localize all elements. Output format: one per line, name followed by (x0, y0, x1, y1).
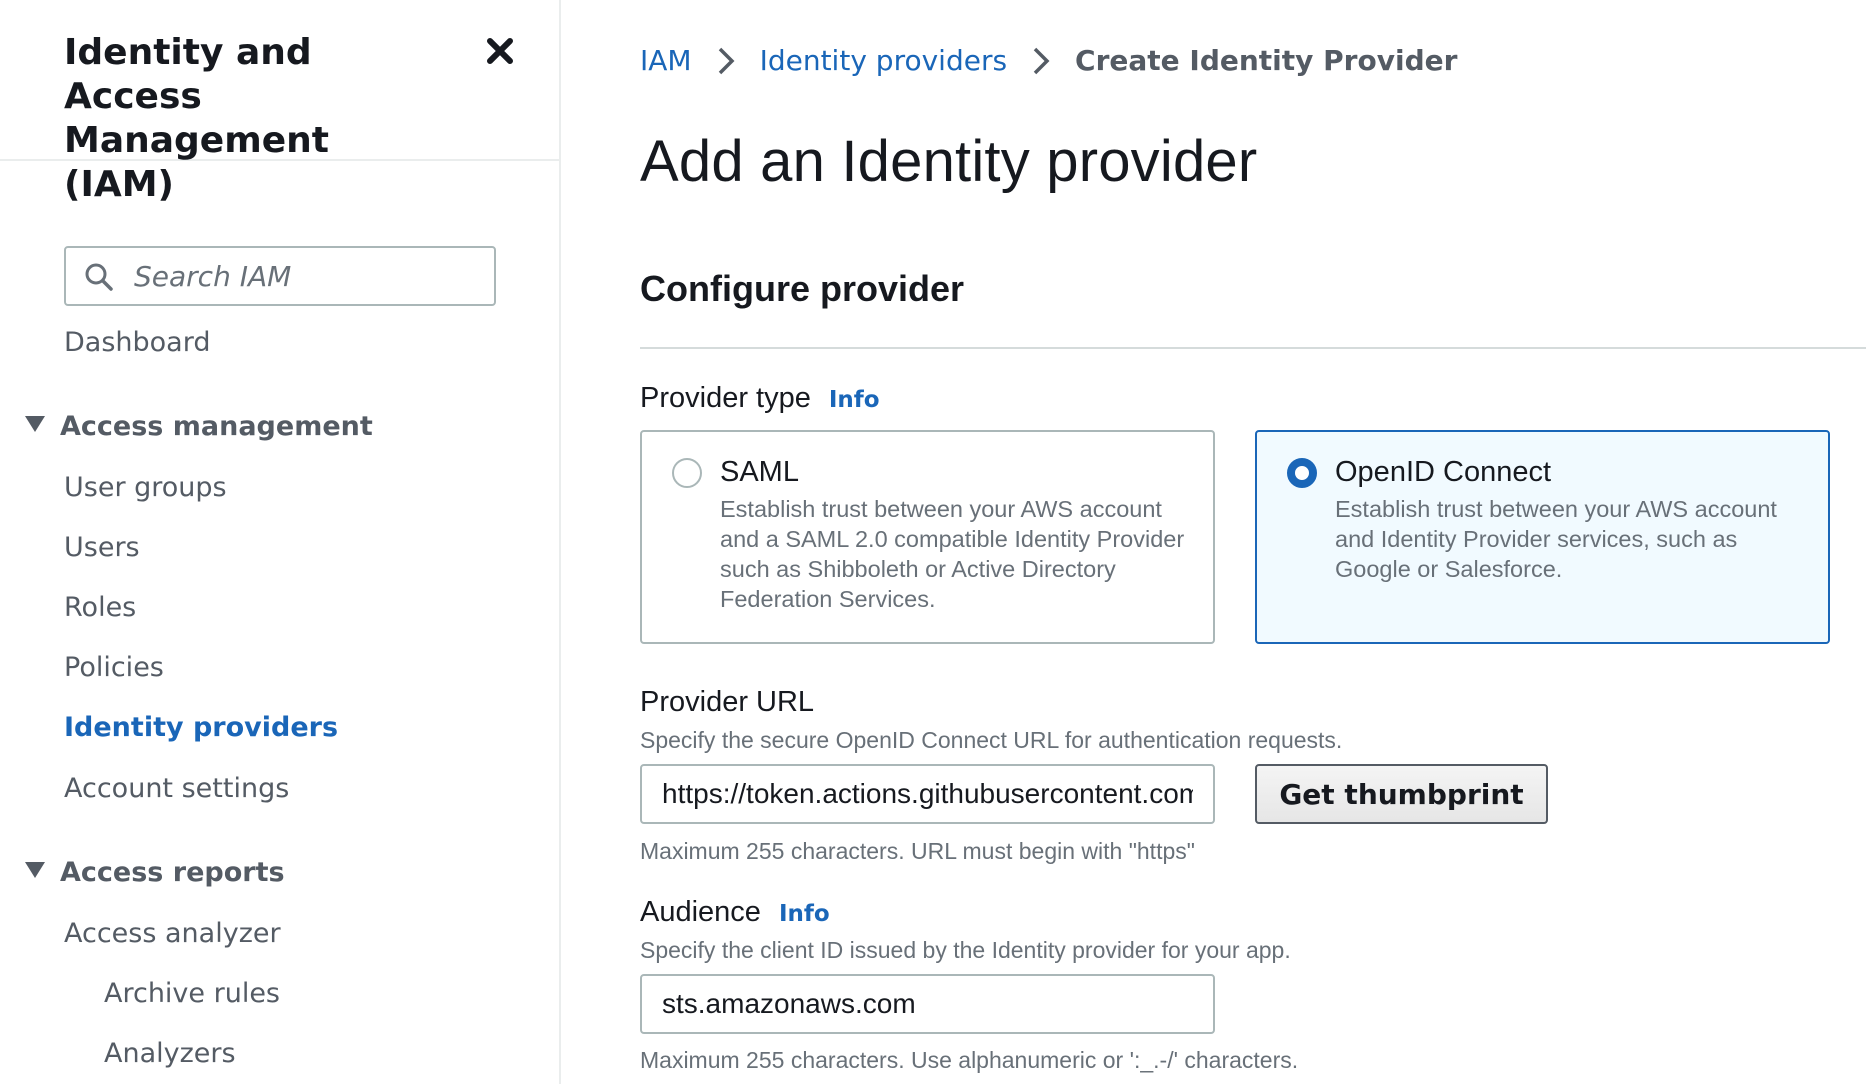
breadcrumb-iam[interactable]: IAM (640, 44, 692, 77)
sidebar: Identity and Access Management (IAM) Das… (0, 0, 561, 1084)
divider (640, 347, 1866, 349)
audience-description: Specify the client ID issued by the Iden… (640, 937, 1291, 963)
nav-identity-providers[interactable]: Identity providers (64, 712, 338, 743)
nav-section-label: Access management (60, 411, 373, 442)
provider-url-description: Specify the secure OpenID Connect URL fo… (640, 727, 1343, 753)
get-thumbprint-button[interactable]: Get thumbprint (1255, 764, 1548, 824)
close-icon[interactable] (482, 33, 518, 69)
nav-analyzers[interactable]: Analyzers (104, 1038, 236, 1069)
card-description: Establish trust between your AWS account… (1335, 496, 1777, 582)
nav-section-access-reports[interactable]: Access reports (24, 856, 285, 888)
audience-info-link[interactable]: Info (779, 901, 830, 927)
provider-url-label: Provider URL (640, 686, 815, 718)
radio-saml[interactable] (672, 458, 702, 488)
search-input[interactable] (132, 256, 482, 296)
section-title: Configure provider (640, 268, 965, 309)
sidebar-header: Identity and Access Management (IAM) (0, 0, 559, 205)
provider-url-input[interactable] (640, 764, 1215, 824)
chevron-right-icon (716, 46, 736, 76)
sidebar-title: Identity and Access Management (IAM) (64, 32, 329, 205)
provider-type-label: Provider type Info (640, 382, 880, 415)
radio-card-openid-connect[interactable]: OpenID Connect Establish trust between y… (1255, 430, 1830, 644)
nav-section-access-management[interactable]: Access management (24, 410, 373, 442)
provider-url-hint: Maximum 255 characters. URL must begin w… (640, 838, 1195, 864)
audience-input[interactable] (640, 974, 1215, 1034)
nav-policies[interactable]: Policies (64, 652, 164, 683)
nav-dashboard[interactable]: Dashboard (64, 327, 210, 358)
nav-roles[interactable]: Roles (64, 592, 136, 623)
nav-access-analyzer[interactable]: Access analyzer (64, 918, 281, 949)
caret-down-icon (24, 410, 46, 432)
breadcrumb-identity-providers[interactable]: Identity providers (760, 44, 1007, 77)
breadcrumb: IAM Identity providers Create Identity P… (640, 44, 1457, 77)
card-title: OpenID Connect (1335, 456, 1552, 488)
nav-users[interactable]: Users (64, 532, 140, 563)
audience-label-text: Audience (640, 896, 761, 928)
nav-archive-rules[interactable]: Archive rules (104, 978, 280, 1009)
radio-openid-connect[interactable] (1287, 458, 1317, 488)
breadcrumb-current: Create Identity Provider (1075, 44, 1458, 77)
card-description: Establish trust between your AWS account… (720, 496, 1185, 612)
page-title: Add an Identity provider (640, 129, 1258, 194)
card-title: SAML (720, 456, 799, 488)
caret-down-icon (24, 856, 46, 878)
nav-section-label: Access reports (60, 857, 285, 888)
audience-hint: Maximum 255 characters. Use alphanumeric… (640, 1047, 1299, 1073)
chevron-right-icon (1031, 46, 1051, 76)
main-content: IAM Identity providers Create Identity P… (562, 0, 1866, 1084)
provider-type-info-link[interactable]: Info (829, 387, 880, 413)
search-box[interactable] (64, 246, 496, 306)
nav-user-groups[interactable]: User groups (64, 472, 227, 503)
provider-type-label-text: Provider type (640, 382, 811, 414)
audience-label: Audience Info (640, 896, 830, 929)
nav-account-settings[interactable]: Account settings (64, 773, 289, 804)
search-icon (84, 262, 114, 292)
radio-card-saml[interactable]: SAML Establish trust between your AWS ac… (640, 430, 1215, 644)
